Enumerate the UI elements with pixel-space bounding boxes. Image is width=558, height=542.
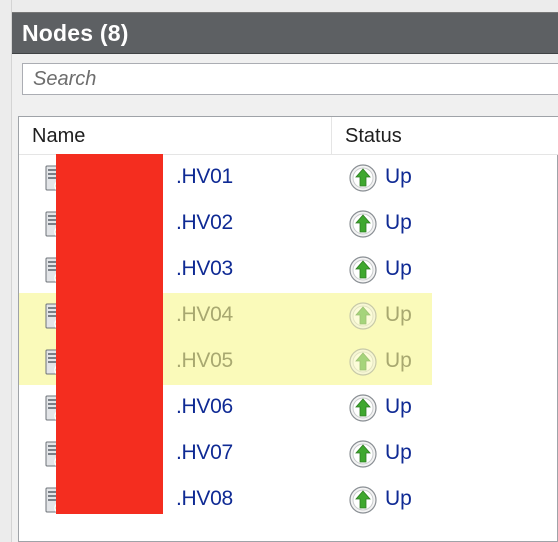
node-name[interactable]: .HV05 xyxy=(176,349,233,373)
column-header-status-label: Status xyxy=(345,125,402,147)
node-status: Up xyxy=(385,211,412,234)
up-arrow-circle-icon xyxy=(348,347,378,377)
search-input[interactable] xyxy=(23,64,558,94)
node-name[interactable]: .HV06 xyxy=(176,395,233,419)
panel-title: Nodes (8) xyxy=(22,20,129,46)
node-name[interactable]: .HV04 xyxy=(176,303,233,327)
up-arrow-circle-icon xyxy=(348,301,378,331)
node-status: Up xyxy=(385,441,412,464)
node-name[interactable]: .HV01 xyxy=(176,165,233,189)
node-status: Up xyxy=(385,349,412,372)
search-box[interactable] xyxy=(22,63,558,95)
node-name[interactable]: .HV08 xyxy=(176,487,233,511)
node-status: Up xyxy=(385,303,412,326)
redaction-box xyxy=(56,154,163,514)
top-window-edge xyxy=(12,0,558,12)
up-arrow-circle-icon xyxy=(348,255,378,285)
node-status: Up xyxy=(385,395,412,418)
up-arrow-circle-icon xyxy=(348,209,378,239)
up-arrow-circle-icon xyxy=(348,439,378,469)
node-status: Up xyxy=(385,487,412,510)
node-status: Up xyxy=(385,257,412,280)
up-arrow-circle-icon xyxy=(348,393,378,423)
left-window-edge xyxy=(0,0,12,542)
up-arrow-circle-icon xyxy=(348,163,378,193)
node-status: Up xyxy=(385,165,412,188)
panel-header: Nodes (8) xyxy=(12,12,558,54)
node-name[interactable]: .HV03 xyxy=(176,257,233,281)
column-header-name-label: Name xyxy=(32,125,86,147)
node-name[interactable]: .HV07 xyxy=(176,441,233,465)
node-name[interactable]: .HV02 xyxy=(176,211,233,235)
up-arrow-circle-icon xyxy=(348,485,378,515)
column-header-status[interactable]: Status xyxy=(332,117,558,155)
search-area xyxy=(12,54,558,110)
column-header-name[interactable]: Name xyxy=(19,117,332,155)
